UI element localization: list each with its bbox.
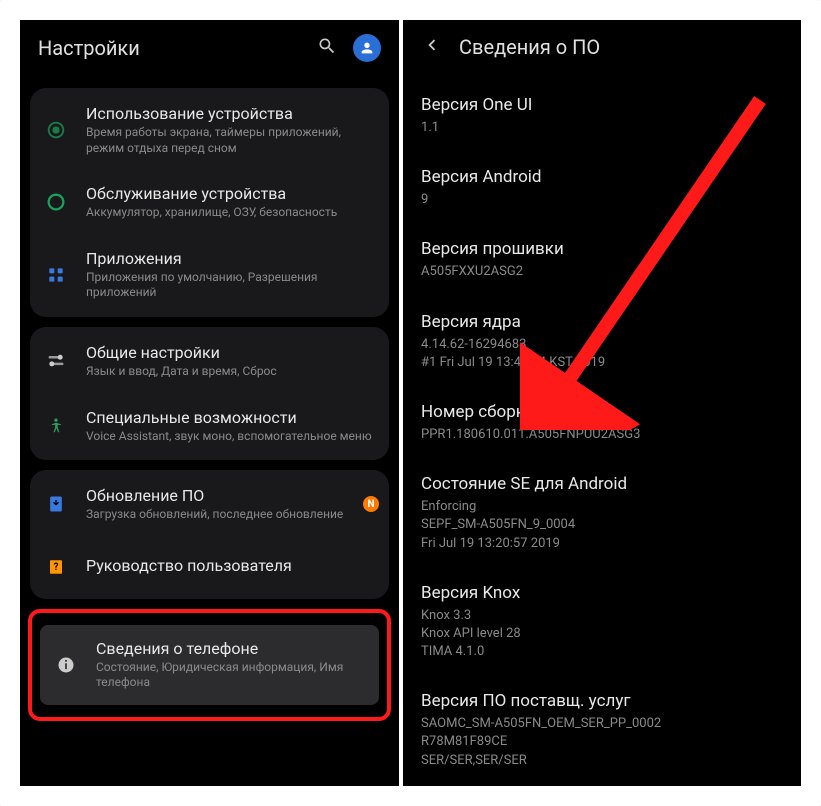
info-title: Версия ядра (421, 312, 783, 332)
info-value: PPR1.180610.011.A505FNPUU2ASG3 (421, 426, 783, 444)
info-value: SAOMC_SM-A505FN_OEM_SER_PP_0002 R78M81F8… (421, 715, 783, 770)
settings-item-apps[interactable]: Приложения Приложения по умолчанию, Разр… (30, 235, 389, 315)
item-title: Общие настройки (86, 343, 379, 362)
info-item-kernel[interactable]: Версия ядра 4.14.62-16294683 #1 Fri Jul … (421, 297, 783, 387)
item-title: Сведения о телефоне (96, 639, 369, 658)
info-item-firmware[interactable]: Версия прошивки A505FXXU2ASG2 (421, 224, 783, 296)
item-subtitle: Приложения по умолчанию, Разрешения прил… (86, 270, 379, 301)
about-icon (50, 649, 82, 681)
accessibility-icon (40, 410, 72, 442)
back-icon[interactable] (421, 34, 443, 60)
item-title: Специальные возможности (86, 408, 379, 427)
settings-title: Настройки (38, 36, 301, 60)
item-subtitle: Состояние, Юридическая информация, Имя т… (96, 660, 369, 691)
info-title: Состояние SE для Android (421, 474, 783, 494)
info-item-build[interactable]: Номер сборки PPR1.180610.011.A505FNPUU2A… (421, 387, 783, 459)
settings-item-update[interactable]: Обновление ПО Загрузка обновлений, после… (30, 472, 389, 537)
settings-group: Общие настройки Язык и ввод, Дата и врем… (30, 327, 389, 460)
settings-header: Настройки (20, 20, 399, 76)
info-value: 1.1 (421, 119, 783, 137)
software-info-screen: Сведения о ПО Версия One UI 1.1 Версия A… (403, 20, 801, 786)
general-icon (40, 345, 72, 377)
item-subtitle: Voice Assistant, звук моно, вспомогатель… (86, 429, 379, 445)
item-title: Руководство пользователя (86, 556, 379, 575)
item-subtitle: Время работы экрана, таймеры приложений,… (86, 125, 379, 156)
settings-item-usage[interactable]: Использование устройства Время работы эк… (30, 90, 389, 170)
info-item-one-ui[interactable]: Версия One UI 1.1 (421, 80, 783, 152)
apps-icon (40, 259, 72, 291)
item-title: Использование устройства (86, 104, 379, 123)
svg-text:?: ? (54, 562, 59, 573)
info-title: Версия Knox (421, 583, 783, 603)
software-info-title: Сведения о ПО (459, 35, 600, 59)
item-subtitle: Язык и ввод, Дата и время, Сброс (86, 364, 379, 380)
settings-group: Использование устройства Время работы эк… (30, 88, 389, 317)
search-icon[interactable] (317, 36, 337, 60)
software-info-list: Версия One UI 1.1 Версия Android 9 Верси… (403, 74, 801, 786)
update-icon (40, 488, 72, 520)
item-title: Обслуживание устройства (86, 184, 379, 203)
manual-icon: ? (40, 551, 72, 583)
settings-item-manual[interactable]: ? Руководство пользователя (30, 537, 389, 597)
settings-screen: Настройки Использование устройства Время… (20, 20, 399, 786)
settings-item-about-highlighted: Сведения о телефоне Состояние, Юридическ… (28, 609, 391, 721)
info-title: Версия Android (421, 167, 783, 187)
settings-list: Использование устройства Время работы эк… (20, 76, 399, 733)
item-title: Приложения (86, 249, 379, 268)
settings-group: Обновление ПО Загрузка обновлений, после… (30, 470, 389, 599)
settings-item-about[interactable]: Сведения о телефоне Состояние, Юридическ… (40, 625, 379, 705)
info-item-carrier[interactable]: Версия ПО поставщ. услуг SAOMC_SM-A505FN… (421, 676, 783, 785)
info-title: Версия ПО поставщ. услуг (421, 691, 783, 711)
settings-item-care[interactable]: Обслуживание устройства Аккумулятор, хра… (30, 170, 389, 235)
item-subtitle: Аккумулятор, хранилище, ОЗУ, безопасност… (86, 205, 379, 221)
info-title: Номер сборки (421, 402, 783, 422)
info-item-se[interactable]: Состояние SE для Android Enforcing SEPF_… (421, 459, 783, 568)
item-subtitle: Загрузка обновлений, последнее обновлени… (86, 507, 349, 523)
info-title: Версия прошивки (421, 239, 783, 259)
info-value: 9 (421, 191, 783, 209)
settings-item-general[interactable]: Общие настройки Язык и ввод, Дата и врем… (30, 329, 389, 394)
info-value: A505FXXU2ASG2 (421, 263, 783, 281)
info-value: 4.14.62-16294683 #1 Fri Jul 19 13:44:54 … (421, 336, 783, 372)
info-value: Enforcing SEPF_SM-A505FN_9_0004 Fri Jul … (421, 498, 783, 553)
settings-item-accessibility[interactable]: Специальные возможности Voice Assistant,… (30, 394, 389, 459)
software-info-header: Сведения о ПО (403, 20, 801, 74)
info-item-android[interactable]: Версия Android 9 (421, 152, 783, 224)
notification-badge: N (363, 496, 379, 512)
info-value: Knox 3.3 Knox API level 28 TIMA 4.1.0 (421, 607, 783, 662)
item-title: Обновление ПО (86, 486, 349, 505)
avatar[interactable] (353, 34, 381, 62)
info-title: Версия One UI (421, 95, 783, 115)
info-item-knox[interactable]: Версия Knox Knox 3.3 Knox API level 28 T… (421, 568, 783, 677)
care-icon (40, 186, 72, 218)
usage-icon (40, 114, 72, 146)
